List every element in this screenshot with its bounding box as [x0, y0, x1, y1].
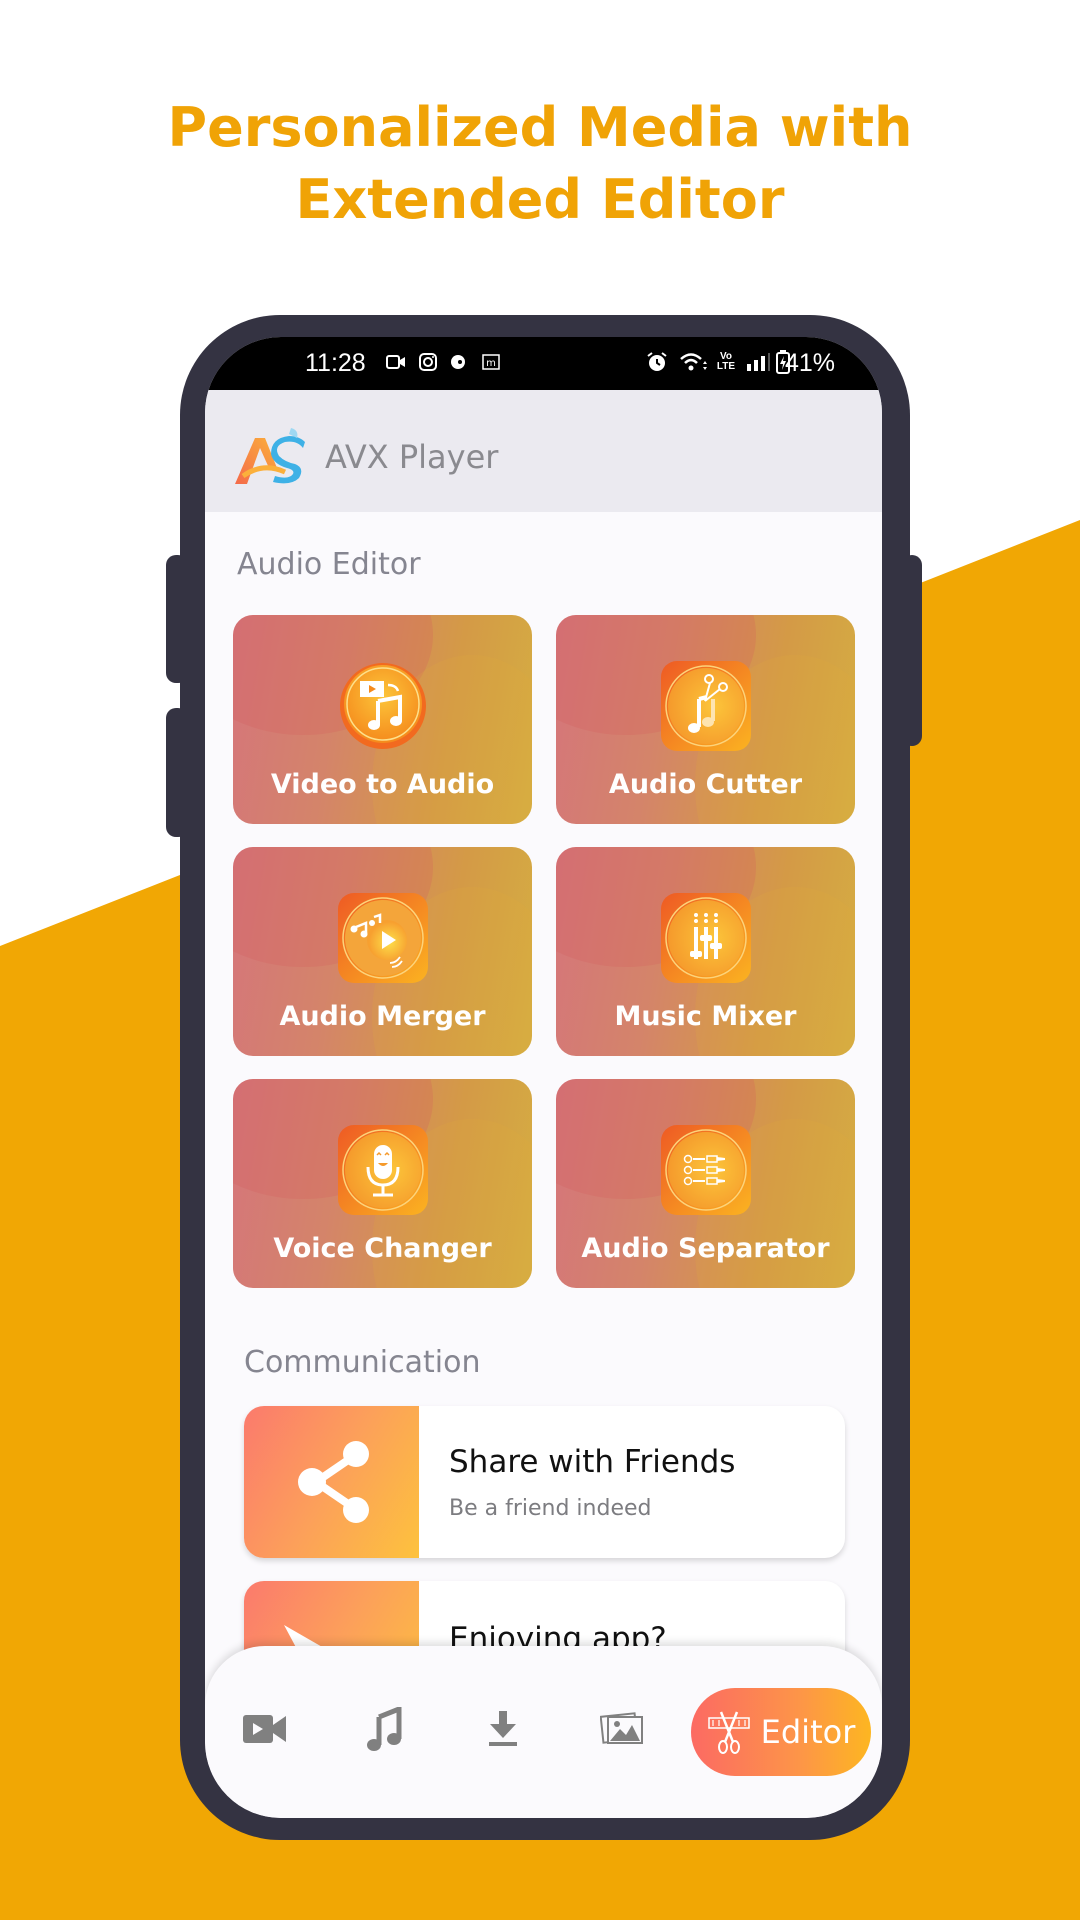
share-icon	[298, 1441, 369, 1523]
nav-photos[interactable]	[597, 1704, 647, 1754]
tile-audio-separator[interactable]: Audio Separator	[556, 1079, 855, 1288]
m-app-icon: m	[481, 350, 501, 374]
bottom-navigation: Editor	[205, 1646, 882, 1818]
tile-label: Audio Cutter	[608, 769, 803, 800]
nav-videos[interactable]	[240, 1704, 290, 1754]
app-logo-icon	[235, 428, 305, 484]
alarm-icon	[645, 350, 669, 374]
share-with-friends-card[interactable]: Share with Friends Be a friend indeed	[244, 1406, 845, 1558]
instagram-icon	[417, 350, 439, 374]
music-mixer-icon	[661, 893, 751, 983]
status-bar: 11:28 m Vo LTE 41%	[205, 337, 882, 390]
status-time: 11:28	[305, 349, 366, 377]
scissors-film-icon	[707, 1711, 750, 1754]
nav-downloads[interactable]	[478, 1704, 528, 1754]
nav-editor-label: Editor	[760, 1713, 856, 1751]
tile-video-to-audio[interactable]: Video to Audio	[233, 615, 532, 824]
volte-icon: Vo LTE	[716, 351, 736, 372]
headline-line-1: Personalized Media with	[167, 96, 913, 159]
nav-music[interactable]	[360, 1704, 410, 1754]
app-header: AVX Player	[205, 390, 882, 512]
phone-screen: 11:28 m Vo LTE 41% AVX Player Audio Edit…	[205, 337, 882, 1818]
tile-audio-merger[interactable]: Audio Merger	[233, 847, 532, 1056]
battery-percentage: 41%	[784, 349, 835, 377]
video-to-audio-icon	[340, 663, 426, 749]
audio-editor-section-title: Audio Editor	[237, 547, 421, 582]
video-icon	[243, 1715, 286, 1743]
voice-changer-icon	[338, 1125, 428, 1215]
promo-headline: Personalized Media with Extended Editor	[0, 92, 1080, 236]
nav-editor[interactable]: Editor	[691, 1688, 871, 1776]
tile-label: Voice Changer	[273, 1233, 492, 1264]
audio-cutter-icon	[661, 661, 751, 751]
tile-label: Audio Merger	[279, 1001, 486, 1032]
card-title: Share with Friends	[449, 1444, 736, 1480]
svg-text:m: m	[486, 358, 496, 369]
video-call-icon	[385, 350, 407, 374]
tile-label: Music Mixer	[614, 1001, 797, 1032]
tile-label: Video to Audio	[270, 769, 495, 800]
gallery-icon	[600, 1712, 643, 1744]
app-notification-icon	[449, 350, 467, 374]
card-subtitle: Be a friend indeed	[449, 1496, 652, 1521]
wifi-icon	[679, 350, 707, 374]
music-note-icon	[367, 1707, 402, 1751]
audio-separator-icon	[661, 1125, 751, 1215]
tile-label: Audio Separator	[581, 1233, 830, 1264]
tile-music-mixer[interactable]: Music Mixer	[556, 847, 855, 1056]
download-icon	[489, 1711, 517, 1746]
audio-merger-icon	[338, 893, 428, 983]
communication-section-title: Communication	[244, 1345, 481, 1380]
tile-audio-cutter[interactable]: Audio Cutter	[556, 615, 855, 824]
headline-line-2: Extended Editor	[295, 168, 785, 231]
app-title: AVX Player	[325, 438, 499, 476]
card-thumbnail	[244, 1406, 419, 1558]
signal-icon	[745, 350, 771, 374]
tile-voice-changer[interactable]: Voice Changer	[233, 1079, 532, 1288]
